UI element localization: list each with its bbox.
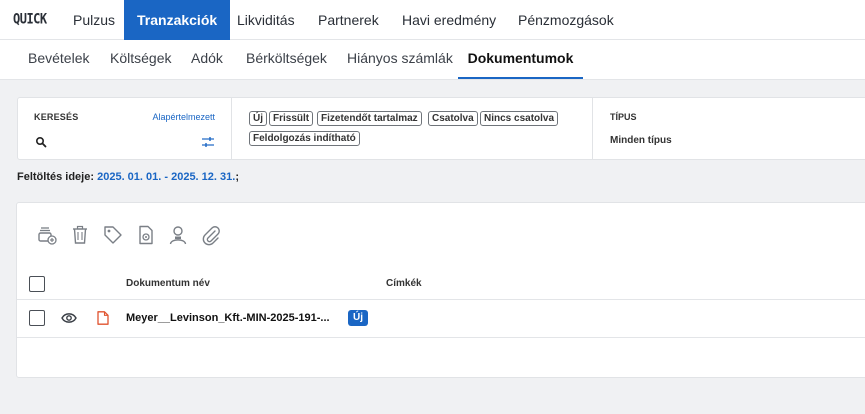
table-header: Dokumentum név Címkék — [17, 269, 865, 300]
tab-dokumentumok[interactable]: Dokumentumok — [458, 40, 583, 79]
nav-item-penzmozgasok[interactable]: Pénzmozgások — [505, 0, 627, 40]
tag-chip-fizetendot-tartalmaz[interactable]: Fizetendőt tartalmaz — [317, 111, 422, 126]
tag-chip-frissult[interactable]: Frissült — [269, 111, 314, 126]
tab-adok[interactable]: Adók — [191, 40, 223, 79]
tag-chip-csatolva[interactable]: Csatolva — [428, 111, 478, 126]
upload-date-suffix: ; — [235, 171, 239, 183]
add-stack-icon[interactable] — [36, 224, 58, 246]
tag-chip-feldolgozas-indithato[interactable]: Feldolgozás indítható — [249, 131, 360, 146]
tag-chip-uj[interactable]: Új — [249, 111, 267, 126]
default-filter-link[interactable]: Alapértelmezett — [152, 112, 215, 122]
row-checkbox[interactable] — [29, 310, 45, 326]
search-section: KERESÉS Alapértelmezett — [18, 98, 232, 159]
filter-panel: KERESÉS Alapértelmezett Új Frissült Fize… — [17, 97, 865, 160]
tab-berkoltsegek[interactable]: Bérköltségek — [246, 40, 327, 79]
column-header-name[interactable]: Dokumentum név — [126, 278, 210, 289]
tab-hianyos-szamlak[interactable]: Hiányos számlák — [347, 40, 453, 79]
select-all-checkbox[interactable] — [29, 276, 45, 292]
app-logo[interactable]: QUICK — [13, 11, 47, 27]
column-header-tags[interactable]: Címkék — [386, 278, 422, 289]
sub-nav: Bevételek Költségek Adók Bérköltségek Hi… — [0, 40, 865, 80]
nav-item-likviditas[interactable]: Likviditás — [224, 0, 308, 40]
document-name-link[interactable]: Meyer__Levinson_Kft.-MIN-2025-191-... — [126, 312, 330, 324]
document-settings-icon[interactable] — [135, 224, 157, 246]
nav-item-havi-eredmeny[interactable]: Havi eredmény — [389, 0, 509, 40]
upload-date-label: Feltöltés ideje: — [17, 171, 95, 183]
type-filter-section[interactable]: TÍPUS Minden típus — [593, 98, 865, 159]
pdf-file-icon — [97, 311, 109, 325]
tag-chip-nincs-csatolva[interactable]: Nincs csatolva — [480, 111, 559, 126]
nav-item-tranzakciok[interactable]: Tranzakciók — [124, 0, 231, 40]
attach-icon[interactable] — [200, 224, 222, 246]
upload-date-filter: Feltöltés ideje: 2025. 01. 01. - 2025. 1… — [17, 171, 239, 183]
nav-item-pulzus[interactable]: Pulzus — [60, 0, 128, 40]
tab-koltsegek[interactable]: Költségek — [110, 40, 171, 79]
status-badge-new: Új — [348, 310, 368, 326]
type-select-value[interactable]: Minden típus — [610, 135, 672, 146]
table-row[interactable]: Meyer__Levinson_Kft.-MIN-2025-191-... Új — [17, 300, 865, 338]
top-nav: QUICK Pulzus Tranzakciók Likviditás Part… — [0, 0, 865, 40]
search-label: KERESÉS — [34, 112, 79, 122]
type-label: TÍPUS — [610, 112, 637, 122]
tab-bevetelek[interactable]: Bevételek — [28, 40, 89, 79]
eye-icon[interactable] — [61, 312, 77, 324]
trash-icon[interactable] — [69, 224, 91, 246]
nav-item-partnerek[interactable]: Partnerek — [305, 0, 392, 40]
tag-filter-section: Új Frissült Fizetendőt tartalmaz Csatolv… — [232, 98, 593, 159]
upload-date-range[interactable]: 2025. 01. 01. - 2025. 12. 31. — [97, 171, 235, 183]
assign-user-icon[interactable] — [167, 224, 189, 246]
filter-settings-icon[interactable] — [201, 135, 215, 149]
search-icon[interactable] — [35, 136, 47, 148]
tag-icon[interactable] — [102, 224, 124, 246]
documents-card: Dokumentum név Címkék Meyer__Levinson_Kf… — [16, 202, 865, 378]
